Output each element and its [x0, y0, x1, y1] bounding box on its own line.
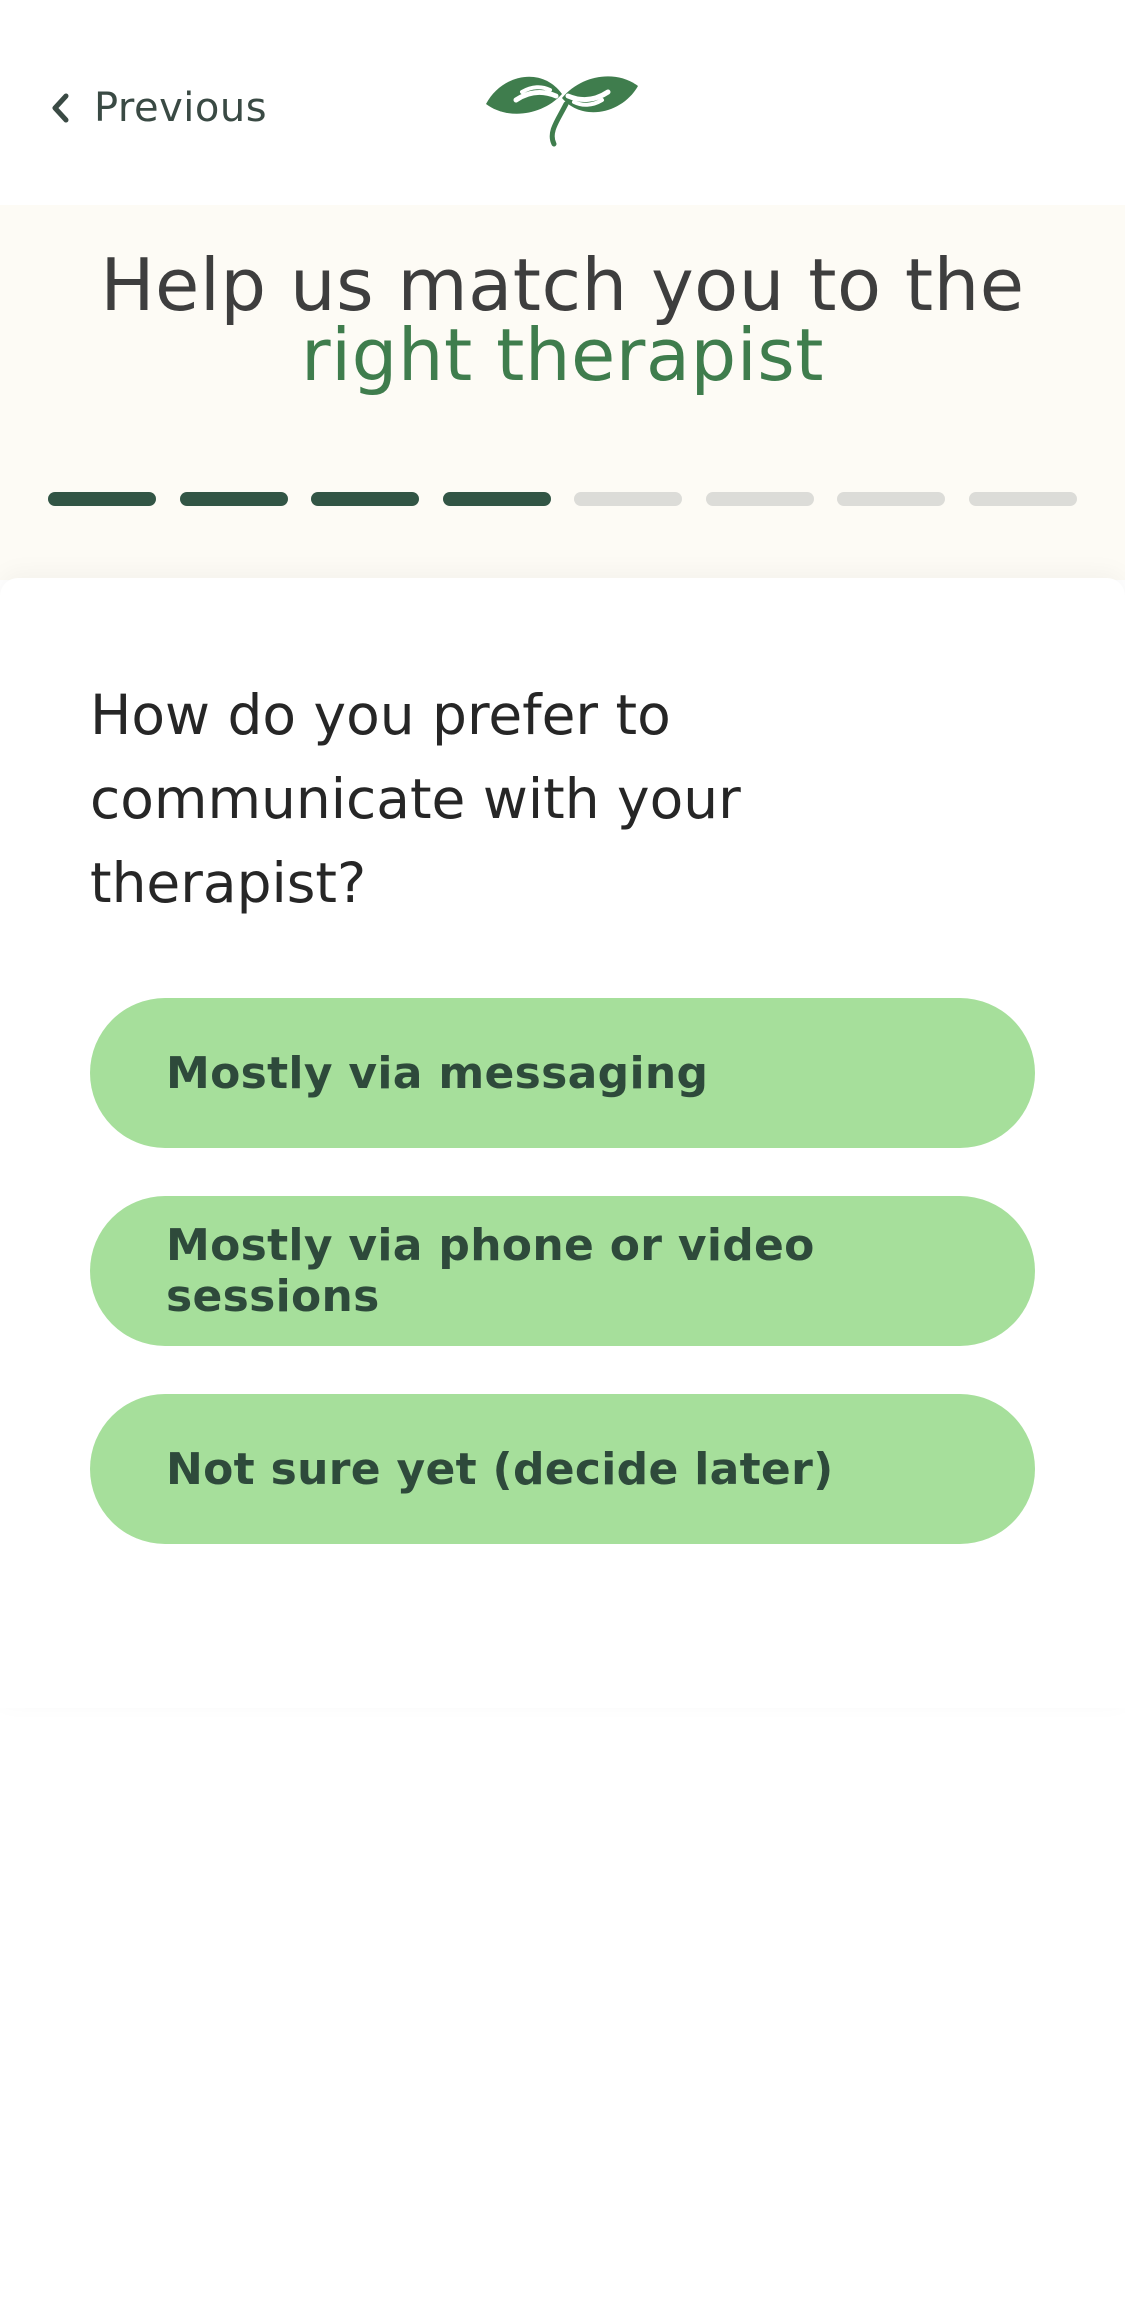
previous-label: Previous: [94, 85, 268, 131]
option-not-sure-button[interactable]: Not sure yet (decide later): [90, 1394, 1035, 1544]
progress-step-pending: [705, 492, 814, 506]
question-text: How do you prefer to communicate with yo…: [90, 683, 741, 915]
page-title: Help us match you to the right therapist: [0, 243, 1125, 397]
progress-step-complete: [442, 492, 551, 506]
option-messaging-button[interactable]: Mostly via messaging: [90, 998, 1035, 1148]
chevron-left-icon: [48, 90, 72, 126]
progress-steps: [48, 492, 1077, 506]
title-line-2: right therapist: [301, 313, 824, 397]
leaf-hands-logo-icon: [482, 64, 642, 148]
question-card: How do you prefer to communicate with yo…: [0, 578, 1125, 1708]
progress-step-pending: [968, 492, 1077, 506]
progress-step-complete: [311, 492, 420, 506]
progress-step-pending: [574, 492, 683, 506]
progress-step-pending: [837, 492, 946, 506]
previous-button[interactable]: Previous: [48, 78, 267, 138]
hero-section: Help us match you to the right therapist: [0, 205, 1125, 580]
progress-step-complete: [48, 492, 156, 506]
option-phone-video-button[interactable]: Mostly via phone or video sessions: [90, 1196, 1035, 1346]
title-line-1: Help us match you to the: [100, 243, 1025, 327]
progress-step-complete: [179, 492, 288, 506]
top-bar: Previous: [0, 0, 1125, 205]
